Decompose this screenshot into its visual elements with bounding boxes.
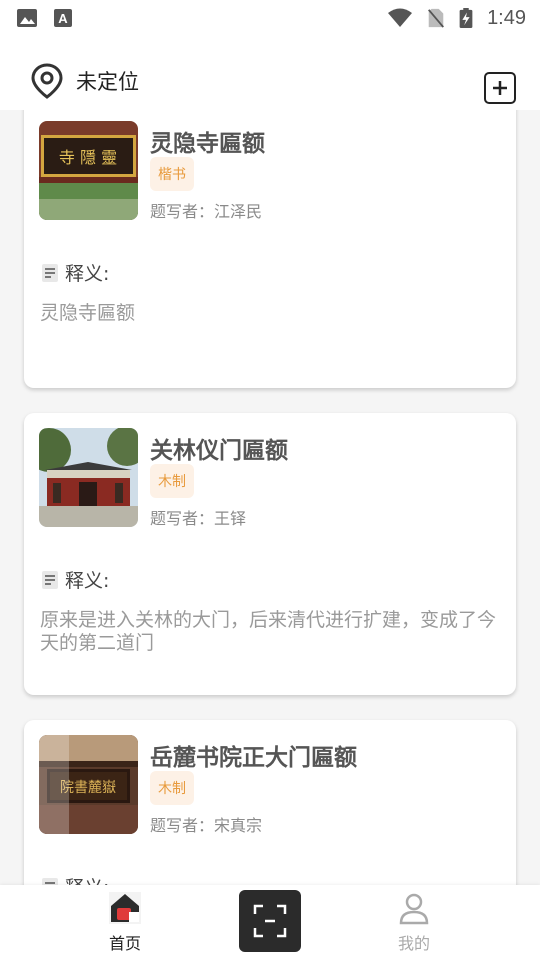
status-bar: A 1:49 — [0, 0, 540, 36]
plaque-thumbnail: 院書麓嶽 — [39, 735, 138, 834]
thumbnail-plaque-text: 寺 隱 靈 — [59, 148, 117, 167]
scan-button[interactable] — [239, 890, 301, 952]
nav-mine-label: 我的 — [397, 934, 430, 953]
shiyi-label-row: 释义: — [40, 566, 109, 593]
plaque-description: 原来是进入关林的大门，后来清代进行扩建，变成了今天的第二道门 — [40, 609, 497, 654]
image-icon — [17, 9, 37, 27]
status-right: 1:49 — [387, 7, 526, 30]
plaque-description: 灵隐寺匾额 — [40, 302, 136, 324]
shiyi-label: 释义: — [65, 263, 110, 285]
plaque-thumbnail — [39, 428, 138, 527]
add-square-icon — [493, 81, 507, 95]
document-icon — [42, 263, 58, 282]
location-label[interactable]: 未定位 — [76, 66, 139, 96]
plaque-list[interactable]: 寺 隱 靈 灵隐寺匾额 楷书 题写者：江泽民 释义: 灵隐寺匾额 关林仪门匾额 … — [0, 110, 540, 886]
home-icon — [109, 892, 141, 924]
document-icon — [42, 570, 58, 589]
author-text: 题写者：江泽民 — [150, 202, 263, 221]
plaque-card[interactable]: 关林仪门匾额 木制 题写者：王铎 释义: 原来是进入关林的大门，后来清代进行扩建… — [24, 413, 516, 695]
no-sim-icon — [428, 8, 445, 28]
author-text: 题写者：王铎 — [150, 509, 247, 528]
location-header: 未定位 — [0, 36, 540, 110]
plaque-card[interactable]: 院書麓嶽 岳麓书院正大门匾额 木制 题写者：宋真宗 释义: — [24, 720, 516, 886]
status-left: A — [16, 8, 74, 28]
material-tag: 楷书 — [150, 157, 194, 191]
status-time: 1:49 — [487, 6, 526, 29]
plaque-title: 灵隐寺匾额 — [150, 131, 265, 157]
plaque-thumbnail: 寺 隱 靈 — [39, 121, 138, 220]
nav-mine[interactable]: 我的 — [354, 885, 474, 960]
shiyi-label-row: 释义: — [40, 259, 109, 286]
add-button[interactable] — [484, 72, 516, 104]
material-tag: 木制 — [150, 771, 194, 805]
wifi-icon — [388, 8, 413, 27]
plaque-title: 岳麓书院正大门匾额 — [150, 745, 357, 771]
nav-home[interactable]: 首页 — [65, 885, 185, 960]
user-icon — [399, 893, 429, 925]
text-a-icon: A — [54, 9, 72, 27]
location-pin-icon[interactable] — [30, 63, 64, 99]
svg-text:A: A — [58, 11, 68, 26]
nav-home-label: 首页 — [108, 934, 141, 953]
material-tag: 木制 — [150, 464, 194, 498]
scan-icon — [253, 904, 287, 938]
shiyi-label: 释义: — [65, 570, 110, 592]
author-text: 题写者：宋真宗 — [150, 816, 263, 835]
plaque-card[interactable]: 寺 隱 靈 灵隐寺匾额 楷书 题写者：江泽民 释义: 灵隐寺匾额 — [24, 110, 516, 388]
battery-charging-icon — [459, 8, 473, 28]
plaque-title: 关林仪门匾额 — [150, 438, 288, 464]
bottom-nav: 首页 我的 — [0, 885, 540, 960]
